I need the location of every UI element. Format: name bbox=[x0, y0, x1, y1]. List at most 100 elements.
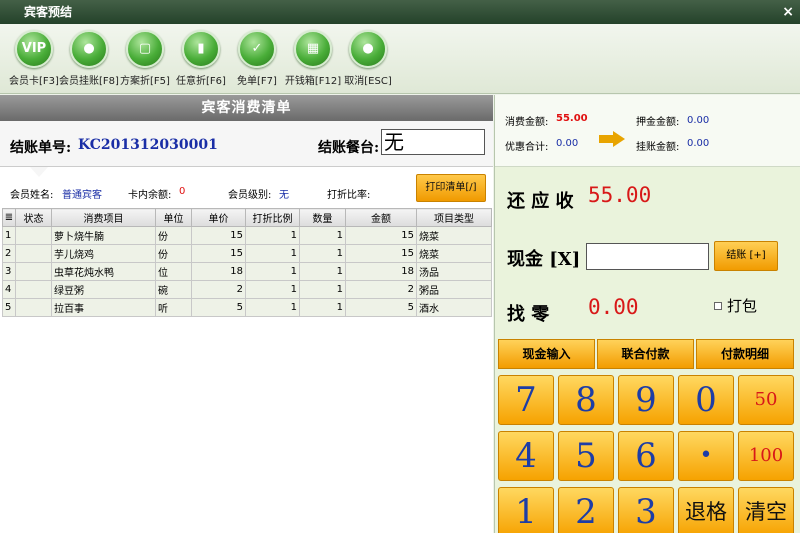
change-label: 找 零 bbox=[507, 304, 550, 325]
key-4[interactable]: 4 bbox=[498, 431, 554, 481]
bill-title: 宾客消费清单 bbox=[0, 95, 493, 121]
pre-checkout-window: 宾客预结 × VIP 会员卡[F3] ● 会员挂账[F8] ▢ 方案折[F5] … bbox=[0, 0, 800, 533]
table-row[interactable]: 2 芋儿烧鸡 份 15 1 1 15 烧菜 bbox=[2, 244, 492, 263]
member-charge-icon: ● bbox=[70, 30, 108, 68]
row-item: 萝卜烧牛腩 bbox=[51, 226, 156, 245]
key-50[interactable]: 50 bbox=[738, 375, 794, 425]
cancel-button[interactable]: ● 取消[ESC] bbox=[338, 30, 398, 87]
member-name-label: 会员姓名: bbox=[10, 190, 54, 201]
key-backspace[interactable]: 退格 bbox=[678, 487, 734, 533]
vip-icon: VIP bbox=[15, 30, 53, 68]
cancel-icon: ● bbox=[349, 30, 387, 68]
cash-input[interactable] bbox=[586, 243, 709, 270]
row-item: 虫草花炖水鸭 bbox=[51, 262, 156, 281]
member-level-value: 无 bbox=[279, 190, 289, 201]
bill-no-value: KC201312030001 bbox=[78, 137, 218, 153]
consumption-table: ≣ 状态 消费项目 单位 单价 打折比例 数量 金额 项目类型 1 萝卜烧牛腩 … bbox=[2, 208, 492, 317]
key-2[interactable]: 2 bbox=[558, 487, 614, 533]
col-type[interactable]: 项目类型 bbox=[416, 208, 492, 227]
consume-amount-label: 消费金额: bbox=[505, 117, 549, 128]
payment-panel: 消费金额: 55.00 押金金额: 0.00 优惠合计: 0.00 挂账金额: … bbox=[494, 95, 800, 533]
bill-info: 结账单号: KC201312030001 结账餐台: 无 bbox=[0, 121, 493, 167]
row-unit: 碗 bbox=[155, 280, 192, 299]
row-item: 绿豆粥 bbox=[51, 280, 156, 299]
row-status bbox=[15, 244, 52, 263]
key-9[interactable]: 9 bbox=[618, 375, 674, 425]
key-3[interactable]: 3 bbox=[618, 487, 674, 533]
row-index: 5 bbox=[2, 298, 16, 317]
col-amount[interactable]: 金额 bbox=[345, 208, 417, 227]
row-amount: 15 bbox=[345, 244, 417, 263]
window-title: 宾客预结 bbox=[24, 5, 73, 19]
row-type: 酒水 bbox=[416, 298, 492, 317]
row-discount: 1 bbox=[245, 280, 300, 299]
row-qty: 1 bbox=[299, 226, 346, 245]
key-6[interactable]: 6 bbox=[618, 431, 674, 481]
cash-drawer-icon: ▦ bbox=[294, 30, 332, 68]
row-type: 烧菜 bbox=[416, 244, 492, 263]
discount-total-label: 优惠合计: bbox=[505, 142, 549, 153]
plan-discount-icon: ▢ bbox=[126, 30, 164, 68]
row-price: 2 bbox=[191, 280, 246, 299]
row-index: 4 bbox=[2, 280, 16, 299]
col-discount[interactable]: 打折比例 bbox=[245, 208, 300, 227]
table-row[interactable]: 3 虫草花炖水鸭 位 18 1 1 18 汤品 bbox=[2, 262, 492, 281]
receivable-value: 55.00 bbox=[588, 183, 652, 207]
consume-amount-value: 55.00 bbox=[556, 113, 588, 124]
print-bill-button[interactable]: 打印清单[/] bbox=[416, 174, 486, 202]
row-price: 18 bbox=[191, 262, 246, 281]
member-level-label: 会员级别: bbox=[228, 190, 272, 201]
table-row[interactable]: 1 萝卜烧牛腩 份 15 1 1 15 烧菜 bbox=[2, 226, 492, 245]
key-5[interactable]: 5 bbox=[558, 431, 614, 481]
key-dot[interactable]: • bbox=[678, 431, 734, 481]
key-0[interactable]: 0 bbox=[678, 375, 734, 425]
row-qty: 1 bbox=[299, 262, 346, 281]
key-8[interactable]: 8 bbox=[558, 375, 614, 425]
table-row[interactable]: 4 绿豆粥 碗 2 1 1 2 粥品 bbox=[2, 280, 492, 299]
discount-total-value: 0.00 bbox=[556, 138, 579, 149]
free-order-icon: ✓ bbox=[238, 30, 276, 68]
close-icon[interactable]: × bbox=[782, 0, 794, 24]
row-type: 粥品 bbox=[416, 280, 492, 299]
row-discount: 1 bbox=[245, 298, 300, 317]
row-unit: 位 bbox=[155, 262, 192, 281]
col-item[interactable]: 消费项目 bbox=[51, 208, 156, 227]
key-100[interactable]: 100 bbox=[738, 431, 794, 481]
bill-no-label: 结账单号: bbox=[10, 140, 72, 156]
pack-label: 打包 bbox=[727, 297, 758, 315]
row-discount: 1 bbox=[245, 244, 300, 263]
key-7[interactable]: 7 bbox=[498, 375, 554, 425]
row-qty: 1 bbox=[299, 280, 346, 299]
joint-payment-button[interactable]: 联合付款 bbox=[597, 339, 694, 369]
deposit-amount-value: 0.00 bbox=[687, 115, 710, 126]
key-1[interactable]: 1 bbox=[498, 487, 554, 533]
col-unit[interactable]: 单位 bbox=[155, 208, 192, 227]
discount-rate-label: 打折比率: bbox=[327, 190, 371, 201]
row-amount: 5 bbox=[345, 298, 417, 317]
settle-button[interactable]: 结账 [+] bbox=[714, 241, 778, 271]
any-discount-icon: ▮ bbox=[182, 30, 220, 68]
col-price[interactable]: 单价 bbox=[191, 208, 246, 227]
row-status bbox=[15, 226, 52, 245]
col-status[interactable]: 状态 bbox=[15, 208, 52, 227]
row-amount: 2 bbox=[345, 280, 417, 299]
row-status bbox=[15, 298, 52, 317]
cash-label: 现金 [X] bbox=[507, 249, 581, 270]
pack-checkbox[interactable] bbox=[714, 302, 722, 310]
member-name-value: 普通宾客 bbox=[62, 190, 102, 201]
row-amount: 18 bbox=[345, 262, 417, 281]
row-price: 15 bbox=[191, 226, 246, 245]
table-row[interactable]: 5 拉百事 听 5 1 1 5 酒水 bbox=[2, 298, 492, 317]
col-qty[interactable]: 数量 bbox=[299, 208, 346, 227]
row-unit: 份 bbox=[155, 244, 192, 263]
table-input[interactable]: 无 bbox=[381, 129, 485, 155]
payment-detail-button[interactable]: 付款明细 bbox=[696, 339, 794, 369]
row-index: 3 bbox=[2, 262, 16, 281]
bill-panel: 宾客消费清单 结账单号: KC201312030001 结账餐台: 无 会员姓名… bbox=[0, 95, 493, 533]
key-clear[interactable]: 清空 bbox=[738, 487, 794, 533]
card-balance-label: 卡内余额: bbox=[128, 190, 172, 201]
row-unit: 份 bbox=[155, 226, 192, 245]
deposit-amount-label: 押金金额: bbox=[636, 117, 680, 128]
cash-input-button[interactable]: 现金输入 bbox=[498, 339, 595, 369]
row-amount: 15 bbox=[345, 226, 417, 245]
